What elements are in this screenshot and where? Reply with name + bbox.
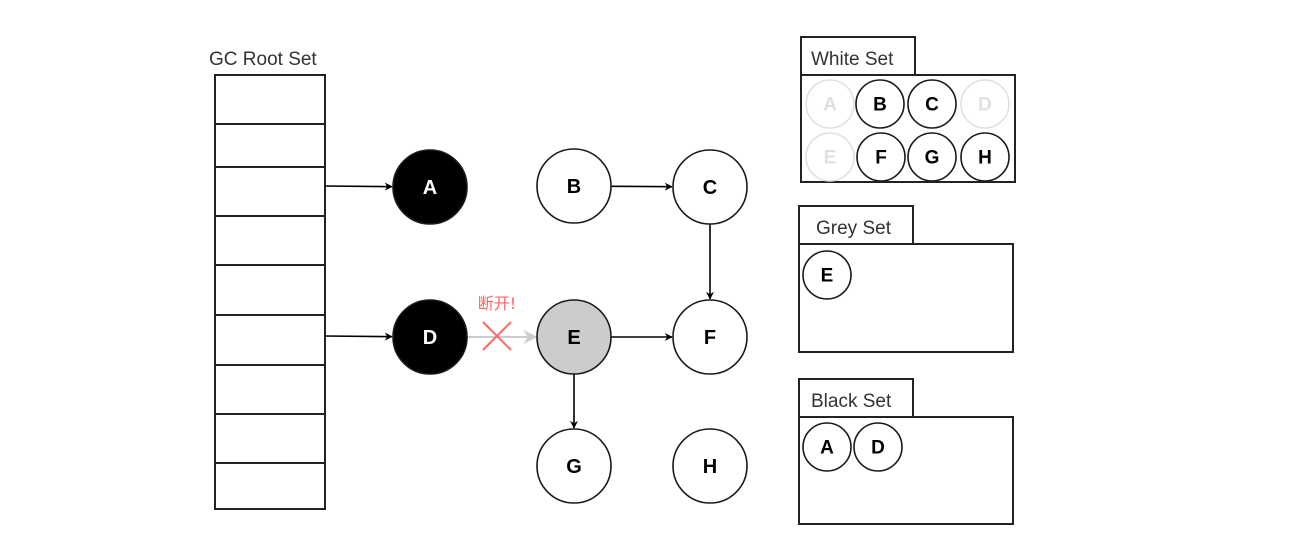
white-set-member-d: D bbox=[960, 79, 1010, 129]
black-set-member-a: A bbox=[802, 422, 852, 472]
reference-edges bbox=[324, 182, 714, 429]
root-slots bbox=[214, 74, 326, 510]
root-slot bbox=[214, 166, 326, 217]
cut-reference-marker: 断开! bbox=[478, 294, 516, 351]
member-label: A bbox=[823, 95, 837, 116]
node-b[interactable]: B bbox=[536, 148, 612, 224]
white-set-member-h: H bbox=[960, 132, 1010, 182]
grey-set-title: Grey Set bbox=[816, 218, 892, 239]
node-e[interactable]: E bbox=[536, 299, 612, 375]
node-a[interactable]: A bbox=[392, 149, 468, 225]
node-label: H bbox=[703, 456, 717, 478]
gc-root-set: GC Root Set bbox=[209, 49, 326, 510]
cut-label: 断开! bbox=[478, 294, 516, 313]
member-label: A bbox=[820, 438, 834, 459]
node-label: C bbox=[703, 177, 717, 199]
member-label: H bbox=[978, 148, 992, 169]
node-label: D bbox=[423, 327, 437, 349]
member-label: E bbox=[824, 148, 837, 169]
node-c[interactable]: C bbox=[672, 149, 748, 225]
node-g[interactable]: G bbox=[536, 428, 612, 504]
root-slot bbox=[214, 74, 326, 125]
root-slot bbox=[214, 264, 326, 316]
member-label: D bbox=[871, 438, 885, 459]
node-label: F bbox=[704, 327, 716, 349]
member-label: E bbox=[821, 266, 834, 287]
black-set: Black Set A D bbox=[798, 378, 1014, 525]
edge-root-slot-6-to-d bbox=[324, 332, 393, 341]
gc-tricolor-diagram: GC Root Set 断开! A B C D E F G H White Set A B C D E… bbox=[209, 36, 1016, 525]
grey-set-member-e: E bbox=[802, 250, 852, 300]
member-label: G bbox=[925, 148, 940, 169]
white-set-member-g: G bbox=[907, 132, 957, 182]
root-slot bbox=[214, 413, 326, 464]
member-label: F bbox=[875, 148, 887, 169]
white-set: White Set A B C D E F G H bbox=[800, 36, 1016, 183]
gc-root-set-title: GC Root Set bbox=[209, 49, 317, 70]
root-slot bbox=[214, 462, 326, 510]
grey-set: Grey Set E bbox=[798, 205, 1014, 353]
node-label: A bbox=[423, 177, 437, 199]
black-set-member-d: D bbox=[853, 422, 903, 472]
white-set-member-e: E bbox=[805, 132, 855, 182]
root-slot bbox=[214, 314, 326, 366]
root-slot bbox=[214, 123, 326, 168]
node-h[interactable]: H bbox=[672, 428, 748, 504]
node-label: B bbox=[567, 176, 581, 198]
white-set-member-f: F bbox=[856, 132, 906, 182]
root-slot bbox=[214, 364, 326, 415]
root-slot bbox=[214, 215, 326, 266]
node-f[interactable]: F bbox=[672, 299, 748, 375]
white-set-member-b: B bbox=[855, 79, 905, 129]
edge-root-slot-3-to-a bbox=[324, 182, 393, 191]
white-set-member-a: A bbox=[805, 79, 855, 129]
white-set-member-c: C bbox=[907, 79, 957, 129]
member-label: D bbox=[978, 95, 992, 116]
black-set-title: Black Set bbox=[811, 391, 892, 412]
node-label: E bbox=[567, 327, 580, 349]
member-label: B bbox=[873, 95, 887, 116]
node-label: G bbox=[566, 456, 582, 478]
white-set-title: White Set bbox=[811, 49, 894, 70]
member-label: C bbox=[925, 95, 939, 116]
grey-set-members: E bbox=[802, 250, 852, 300]
node-d[interactable]: D bbox=[392, 299, 468, 375]
object-graph-nodes: A B C D E F G H bbox=[392, 148, 748, 504]
